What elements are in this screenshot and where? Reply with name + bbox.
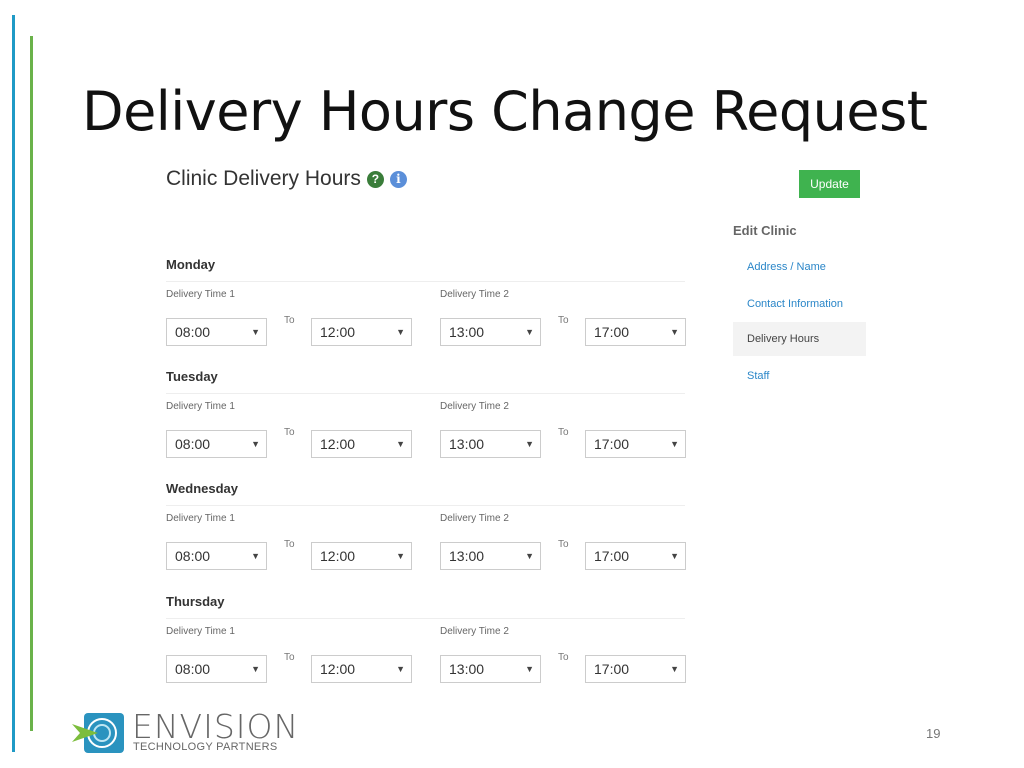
- dropdown-arrow-icon: ▼: [396, 664, 405, 674]
- divider: [166, 281, 685, 282]
- info-circle-icon[interactable]: i: [389, 170, 407, 188]
- time-select-t1-from[interactable]: 08:00 ▼: [166, 542, 267, 570]
- dropdown-arrow-icon: ▼: [251, 439, 260, 449]
- dropdown-arrow-icon: ▼: [396, 439, 405, 449]
- day-name: Wednesday: [166, 481, 239, 496]
- time-select-t1-to[interactable]: 12:00 ▼: [311, 318, 412, 346]
- selected-time: 08:00: [175, 548, 211, 564]
- divider: [166, 393, 685, 394]
- dropdown-arrow-icon: ▼: [670, 439, 679, 449]
- dropdown-arrow-icon: ▼: [525, 664, 534, 674]
- time-select-t2-to[interactable]: 17:00 ▼: [585, 430, 686, 458]
- selected-time: 17:00: [594, 436, 630, 452]
- dropdown-arrow-icon: ▼: [525, 439, 534, 449]
- logo-subtitle: TECHNOLOGY PARTNERS: [133, 741, 278, 753]
- selected-time: 12:00: [320, 661, 356, 677]
- panel-title-text: Clinic Delivery Hours: [166, 167, 361, 190]
- day-section: Tuesday: [166, 369, 685, 394]
- dropdown-arrow-icon: ▼: [396, 551, 405, 561]
- delivery-time-2-label: Delivery Time 2: [440, 289, 509, 300]
- selected-time: 17:00: [594, 661, 630, 677]
- delivery-time-1-label: Delivery Time 1: [166, 513, 235, 524]
- divider: [166, 618, 685, 619]
- day-name: Thursday: [166, 594, 225, 609]
- sidebar-item-delivery-hours[interactable]: Delivery Hours: [733, 322, 866, 356]
- day-name: Tuesday: [166, 369, 218, 384]
- time-select-t2-from[interactable]: 13:00 ▼: [440, 542, 541, 570]
- time-select-t1-from[interactable]: 08:00 ▼: [166, 318, 267, 346]
- update-button[interactable]: Update: [799, 170, 860, 198]
- selected-time: 08:00: [175, 661, 211, 677]
- slide-title: Delivery Hours Change Request: [82, 80, 928, 143]
- time-select-t1-to[interactable]: 12:00 ▼: [311, 542, 412, 570]
- to-label: To: [558, 539, 569, 550]
- dropdown-arrow-icon: ▼: [251, 327, 260, 337]
- to-label: To: [558, 652, 569, 663]
- dropdown-arrow-icon: ▼: [396, 327, 405, 337]
- question-circle-icon[interactable]: ?: [366, 170, 384, 188]
- dropdown-arrow-icon: ▼: [670, 551, 679, 561]
- time-select-t2-from[interactable]: 13:00 ▼: [440, 655, 541, 683]
- dropdown-arrow-icon: ▼: [525, 327, 534, 337]
- selected-time: 08:00: [175, 324, 211, 340]
- to-label: To: [558, 427, 569, 438]
- time-select-t2-to[interactable]: 17:00 ▼: [585, 318, 686, 346]
- selected-time: 12:00: [320, 436, 356, 452]
- time-select-t2-to[interactable]: 17:00 ▼: [585, 542, 686, 570]
- delivery-time-2-label: Delivery Time 2: [440, 513, 509, 524]
- accent-line-green: [30, 36, 33, 731]
- selected-time: 13:00: [449, 324, 485, 340]
- selected-time: 12:00: [320, 548, 356, 564]
- selected-time: 08:00: [175, 436, 211, 452]
- time-select-t1-from[interactable]: 08:00 ▼: [166, 430, 267, 458]
- time-select-t1-to[interactable]: 12:00 ▼: [311, 430, 412, 458]
- dropdown-arrow-icon: ▼: [525, 551, 534, 561]
- time-select-t2-from[interactable]: 13:00 ▼: [440, 318, 541, 346]
- page-number: 19: [926, 726, 941, 741]
- selected-time: 17:00: [594, 324, 630, 340]
- selected-time: 13:00: [449, 436, 485, 452]
- divider: [166, 505, 685, 506]
- to-label: To: [284, 427, 295, 438]
- delivery-time-1-label: Delivery Time 1: [166, 401, 235, 412]
- dropdown-arrow-icon: ▼: [670, 327, 679, 337]
- day-section: Monday: [166, 257, 685, 282]
- sidebar-item-staff[interactable]: Staff: [733, 359, 866, 393]
- to-label: To: [558, 315, 569, 326]
- selected-time: 12:00: [320, 324, 356, 340]
- day-name: Monday: [166, 257, 216, 272]
- time-select-t1-from[interactable]: 08:00 ▼: [166, 655, 267, 683]
- to-label: To: [284, 315, 295, 326]
- selected-time: 13:00: [449, 661, 485, 677]
- delivery-time-1-label: Delivery Time 1: [166, 626, 235, 637]
- panel-title: Clinic Delivery Hours ? i: [166, 167, 407, 191]
- dropdown-arrow-icon: ▼: [251, 551, 260, 561]
- dropdown-arrow-icon: ▼: [670, 664, 679, 674]
- delivery-time-2-label: Delivery Time 2: [440, 401, 509, 412]
- sidebar-item-address-name[interactable]: Address / Name: [733, 250, 866, 284]
- accent-line-blue: [12, 15, 15, 752]
- dropdown-arrow-icon: ▼: [251, 664, 260, 674]
- selected-time: 13:00: [449, 548, 485, 564]
- to-label: To: [284, 652, 295, 663]
- selected-time: 17:00: [594, 548, 630, 564]
- to-label: To: [284, 539, 295, 550]
- time-select-t1-to[interactable]: 12:00 ▼: [311, 655, 412, 683]
- day-section: Wednesday: [166, 481, 685, 506]
- time-select-t2-from[interactable]: 13:00 ▼: [440, 430, 541, 458]
- sidebar-item-contact-information[interactable]: Contact Information: [733, 287, 866, 321]
- delivery-time-2-label: Delivery Time 2: [440, 626, 509, 637]
- day-section: Thursday: [166, 594, 685, 619]
- sidebar-heading: Edit Clinic: [733, 223, 797, 238]
- delivery-time-1-label: Delivery Time 1: [166, 289, 235, 300]
- time-select-t2-to[interactable]: 17:00 ▼: [585, 655, 686, 683]
